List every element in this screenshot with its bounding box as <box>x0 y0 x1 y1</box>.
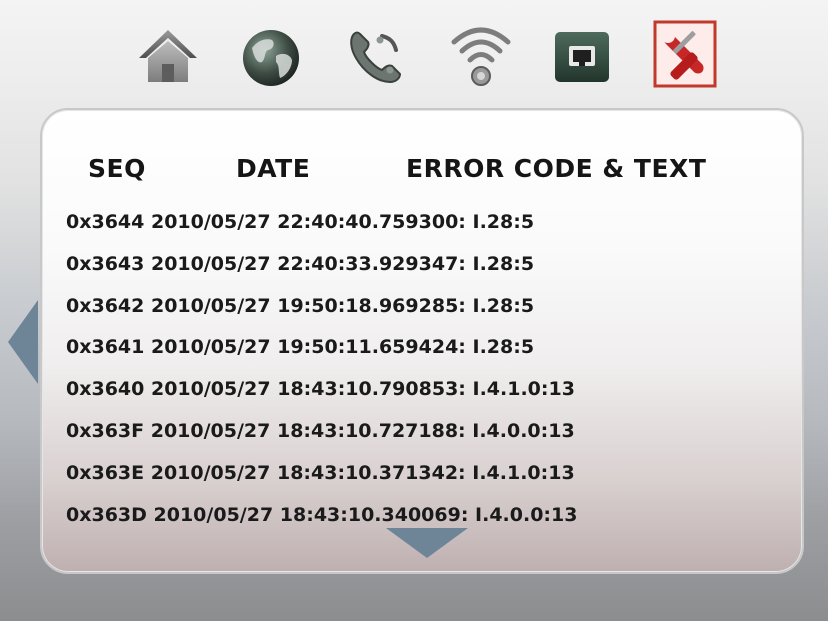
wifi-icon[interactable] <box>448 20 514 90</box>
toolbar <box>0 0 828 100</box>
log-row: 0x3643 2010/05/27 22:40:33.929347: I.28:… <box>66 252 535 275</box>
scroll-down-arrow[interactable] <box>386 528 468 558</box>
header-seq: SEQ <box>88 154 146 183</box>
log-row: 0x363F 2010/05/27 18:43:10.727188: I.4.0… <box>66 419 575 442</box>
scroll-left-arrow[interactable] <box>8 300 38 384</box>
log-row: 0x3644 2010/05/27 22:40:40.759300: I.28:… <box>66 211 535 233</box>
header-date: DATE <box>236 154 311 183</box>
globe-icon[interactable] <box>238 20 304 90</box>
log-row: 0x363E 2010/05/27 18:43:10.371342: I.4.1… <box>66 461 575 484</box>
phone-icon[interactable] <box>342 20 408 90</box>
log-row: 0x3640 2010/05/27 18:43:10.790853: I.4.1… <box>66 378 575 401</box>
log-header: SEQ DATE ERROR CODE & TEXT <box>42 154 802 190</box>
log-row: 0x3642 2010/05/27 19:50:18.969285: I.28:… <box>66 294 535 317</box>
ethernet-icon[interactable] <box>549 20 615 90</box>
tools-icon[interactable] <box>652 20 718 90</box>
error-log-panel: SEQ DATE ERROR CODE & TEXT 0x3644 2010/0… <box>40 108 804 574</box>
header-error: ERROR CODE & TEXT <box>406 154 707 183</box>
log-row: 0x3641 2010/05/27 19:50:11.659424: I.28:… <box>66 336 535 359</box>
home-icon[interactable] <box>135 20 201 90</box>
log-list: 0x3644 2010/05/27 22:40:40.759300: I.28:… <box>66 202 786 536</box>
